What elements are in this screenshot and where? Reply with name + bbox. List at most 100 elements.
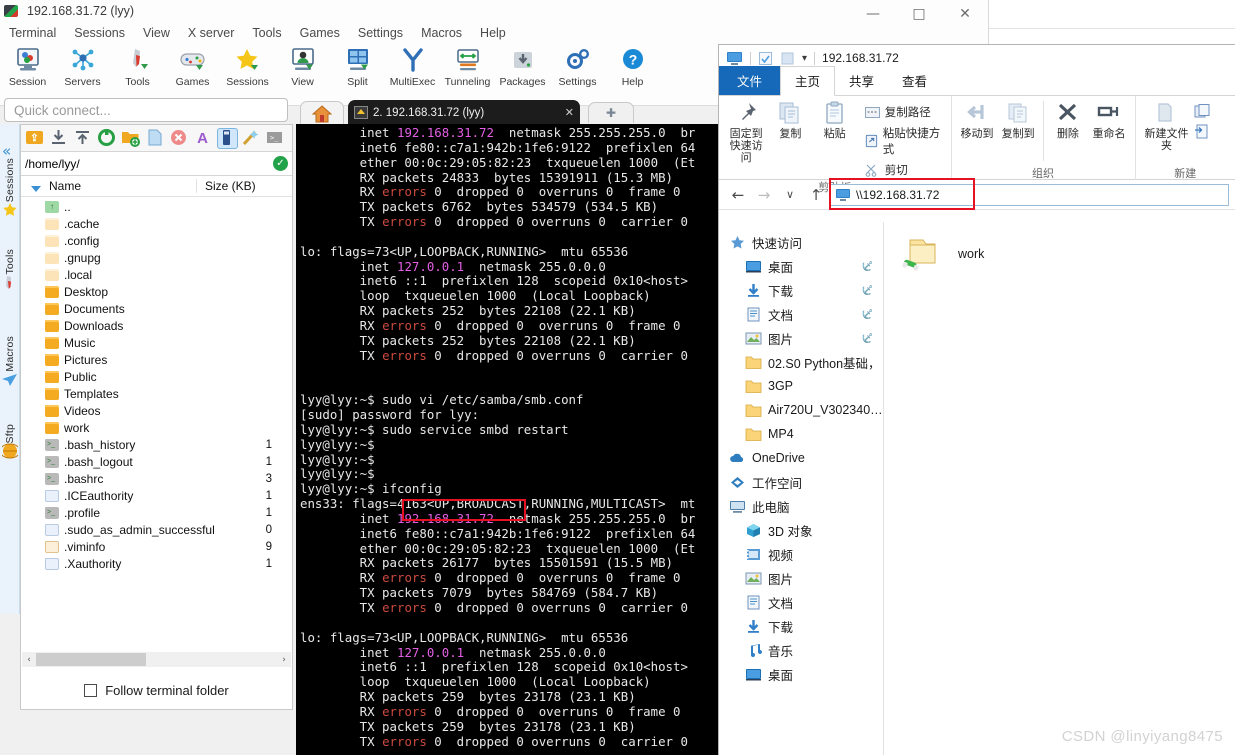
delete-button[interactable]: 删除 <box>1048 101 1087 140</box>
table-row[interactable]: Documents <box>21 300 292 317</box>
table-row[interactable]: >_ .profile 1 <box>21 504 292 521</box>
quick-connect-input[interactable]: Quick connect... <box>4 98 288 122</box>
sidebar-item-tools[interactable]: Tools <box>0 249 20 293</box>
copy-button[interactable]: 复制 <box>769 101 811 140</box>
menu-item-view[interactable]: View <box>134 24 179 42</box>
nav-item[interactable]: MP4 <box>719 422 883 446</box>
toolbar-button-packages[interactable]: Packages <box>495 47 550 88</box>
cut-button[interactable]: 剪切 <box>863 161 945 179</box>
nav-item[interactable]: 工作空间 <box>719 470 883 494</box>
nav-item[interactable]: 下载 <box>719 614 883 638</box>
nav-item[interactable]: 桌面 <box>719 662 883 686</box>
sftp-delete-button[interactable] <box>169 128 190 149</box>
sftp-file-list[interactable]: ↑.. .cache .config .gnupg .local Desktop Docum… <box>21 198 292 636</box>
table-row[interactable]: .viminfo 9 <box>21 538 292 555</box>
toolbar-button-session[interactable]: Session <box>0 47 55 88</box>
scroll-right-arrow-icon[interactable]: › <box>277 655 291 665</box>
toolbar-button-tools[interactable]: Tools <box>110 47 165 88</box>
table-row[interactable]: .local <box>21 266 292 283</box>
table-row[interactable]: Music <box>21 334 292 351</box>
table-row[interactable]: .cache <box>21 215 292 232</box>
sftp-refresh-button[interactable] <box>97 128 118 149</box>
toolbar-button-view[interactable]: View <box>275 47 330 88</box>
menu-item-sessions[interactable]: Sessions <box>65 24 134 42</box>
pin-icon[interactable]: ⚓ <box>858 330 875 347</box>
copy-path-button[interactable]: 复制路径 <box>863 103 945 121</box>
nav-item[interactable]: 图片 ⚓ <box>719 326 883 350</box>
history-dropdown-button[interactable]: ∨ <box>777 188 803 201</box>
pin-icon[interactable]: ⚓ <box>858 258 875 275</box>
new-tab-button[interactable]: ✚ <box>588 102 634 123</box>
new-folder-button[interactable]: 新建文件夹 <box>1142 101 1192 152</box>
sftp-terminal-button[interactable]: >_ <box>265 128 286 149</box>
navigation-pane[interactable]: 快速访问 桌面 ⚓ 下载 ⚓ 文档 ⚓ 图片 ⚓ 02.S0 Python基础， 3GP Air720… <box>719 222 884 755</box>
content-pane[interactable]: work <box>884 222 1234 755</box>
nav-item[interactable]: 图片 <box>719 566 883 590</box>
sftp-download-button[interactable] <box>49 128 70 149</box>
pin-icon[interactable]: ⚓ <box>858 282 875 299</box>
properties-icon[interactable] <box>758 51 773 66</box>
sidebar-item-sftp[interactable]: Sftp <box>0 424 20 459</box>
pin-icon[interactable]: ⚓ <box>858 306 875 323</box>
table-row[interactable]: Pictures <box>21 351 292 368</box>
paste-shortcut-button[interactable]: 粘贴快捷方式 <box>863 124 945 158</box>
rename-button[interactable]: 重命名 <box>1089 101 1128 140</box>
nav-item[interactable]: 快速访问 <box>719 230 883 254</box>
menu-item-tools[interactable]: Tools <box>243 24 290 42</box>
new-folder-icon[interactable] <box>780 51 795 66</box>
table-row[interactable]: .ICEauthority 1 <box>21 487 292 504</box>
nav-item[interactable]: Air720U_V302340… <box>719 398 883 422</box>
terminal-tab-close-icon[interactable]: ✕ <box>565 106 574 119</box>
table-row[interactable]: Desktop <box>21 283 292 300</box>
nav-item[interactable]: 3D 对象 <box>719 518 883 542</box>
menu-item-macros[interactable]: Macros <box>412 24 471 42</box>
sftp-new-file-button[interactable] <box>145 128 166 149</box>
terminal-output-area[interactable]: inet 192.168.31.72 netmask 255.255.255.0… <box>296 124 718 755</box>
nav-item[interactable]: 下载 ⚓ <box>719 278 883 302</box>
sftp-path-input[interactable] <box>25 156 273 171</box>
sftp-binary-mode-button[interactable] <box>217 127 238 149</box>
table-row[interactable]: ↑.. <box>21 198 292 215</box>
table-row[interactable]: >_ .bashrc 3 <box>21 470 292 487</box>
ribbon-tab-file[interactable]: 文件 <box>719 66 781 95</box>
up-button[interactable]: ↑ <box>803 186 829 204</box>
sftp-text-mode-button[interactable]: A <box>193 128 214 149</box>
terminal-tab-active[interactable]: 2. 192.168.31.72 (lyy) ✕ <box>348 100 580 125</box>
toolbar-button-settings[interactable]: Settings <box>550 47 605 88</box>
menu-item-settings[interactable]: Settings <box>349 24 412 42</box>
toolbar-button-games[interactable]: Games <box>165 47 220 88</box>
move-to-button[interactable]: 移动到 <box>958 101 997 140</box>
toolbar-button-servers[interactable]: Servers <box>55 47 110 88</box>
column-header-size[interactable]: Size (KB) <box>196 179 288 193</box>
nav-item[interactable]: 桌面 ⚓ <box>719 254 883 278</box>
table-row[interactable]: .sudo_as_admin_successful 0 <box>21 521 292 538</box>
nav-item[interactable]: OneDrive <box>719 446 883 470</box>
chevron-down-icon[interactable]: ▾ <box>802 53 807 64</box>
menu-item-xserver[interactable]: X server <box>179 24 244 42</box>
follow-terminal-folder-row[interactable]: Follow terminal folder <box>21 675 292 705</box>
sftp-magic-button[interactable] <box>241 128 262 149</box>
nav-item[interactable]: 02.S0 Python基础， <box>719 350 883 374</box>
toolbar-button-help[interactable]: ? Help <box>605 47 660 88</box>
column-header-name[interactable]: Name <box>21 179 196 193</box>
list-item[interactable]: work <box>902 236 1042 272</box>
paste-button[interactable]: 粘贴 <box>813 101 855 140</box>
sftp-parent-dir-button[interactable]: ⇪ <box>25 128 46 149</box>
easy-access-icon[interactable] <box>1194 124 1211 139</box>
sidebar-item-sessions[interactable]: Sessions <box>0 158 20 218</box>
table-row[interactable]: work <box>21 419 292 436</box>
toolbar-button-multiexec[interactable]: MultiExec <box>385 47 440 88</box>
nav-item[interactable]: 此电脑 <box>719 494 883 518</box>
table-row[interactable]: >_ .bash_history 1 <box>21 436 292 453</box>
ribbon-tab-share[interactable]: 共享 <box>835 67 888 95</box>
table-row[interactable]: .Xauthority 1 <box>21 555 292 572</box>
back-button[interactable]: ← <box>725 186 751 204</box>
toolbar-button-tunneling[interactable]: Tunneling <box>440 47 495 88</box>
table-row[interactable]: Videos <box>21 402 292 419</box>
sftp-upload-button[interactable] <box>73 128 94 149</box>
maximize-button[interactable]: □ <box>896 0 942 28</box>
table-row[interactable]: .config <box>21 232 292 249</box>
minimize-button[interactable]: — <box>850 0 896 28</box>
close-button[interactable]: ✕ <box>942 0 988 28</box>
ribbon-tab-view[interactable]: 查看 <box>888 67 941 95</box>
